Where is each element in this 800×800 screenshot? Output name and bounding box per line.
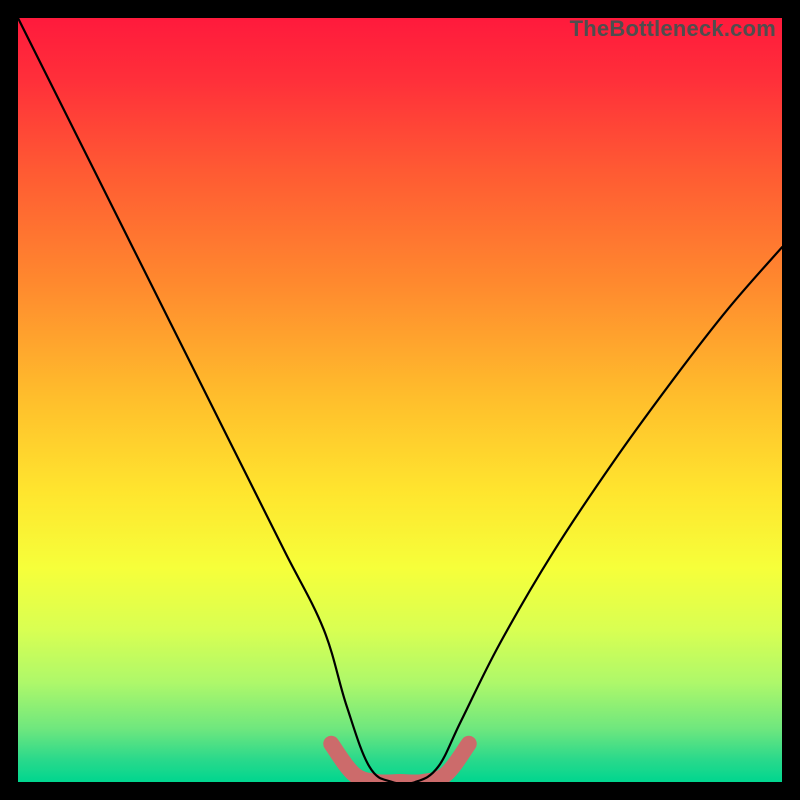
gradient-background (18, 18, 782, 782)
chart-frame: TheBottleneck.com (18, 18, 782, 782)
bottleneck-chart (18, 18, 782, 782)
watermark-text: TheBottleneck.com (570, 16, 776, 42)
